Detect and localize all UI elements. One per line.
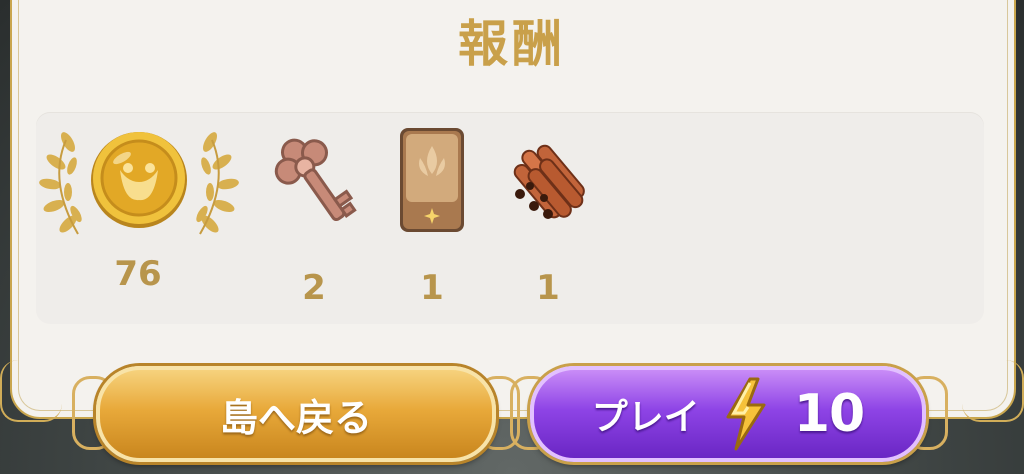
reward-item-pipes: 1 [498,122,598,312]
bronze-key-icon [274,138,357,222]
copper-pipes-icon [513,144,585,219]
reward-item-coin: 76 [38,122,240,302]
panel-title: 報酬 [458,15,566,73]
frame-ornament-right [962,360,1024,422]
frame-ornament-left [0,360,62,422]
reward-count: 2 [302,268,326,308]
back-button-label: 島へ戻る [219,395,372,440]
reward-count: 1 [420,268,444,308]
play-button[interactable]: プレイ 10 [530,366,926,462]
play-energy-cost: 10 [793,384,865,444]
reward-item-key: 2 [266,122,362,312]
reward-item-pack: 1 [392,122,472,312]
play-button-label: プレイ [591,397,700,438]
reward-count: 76 [114,254,162,294]
gold-coin-laurel-icon [39,132,239,235]
reward-count: 1 [536,268,560,308]
card-pack-icon [400,128,464,232]
lightning-energy-icon [726,377,766,451]
back-to-island-button[interactable]: 島へ戻る [96,366,496,462]
